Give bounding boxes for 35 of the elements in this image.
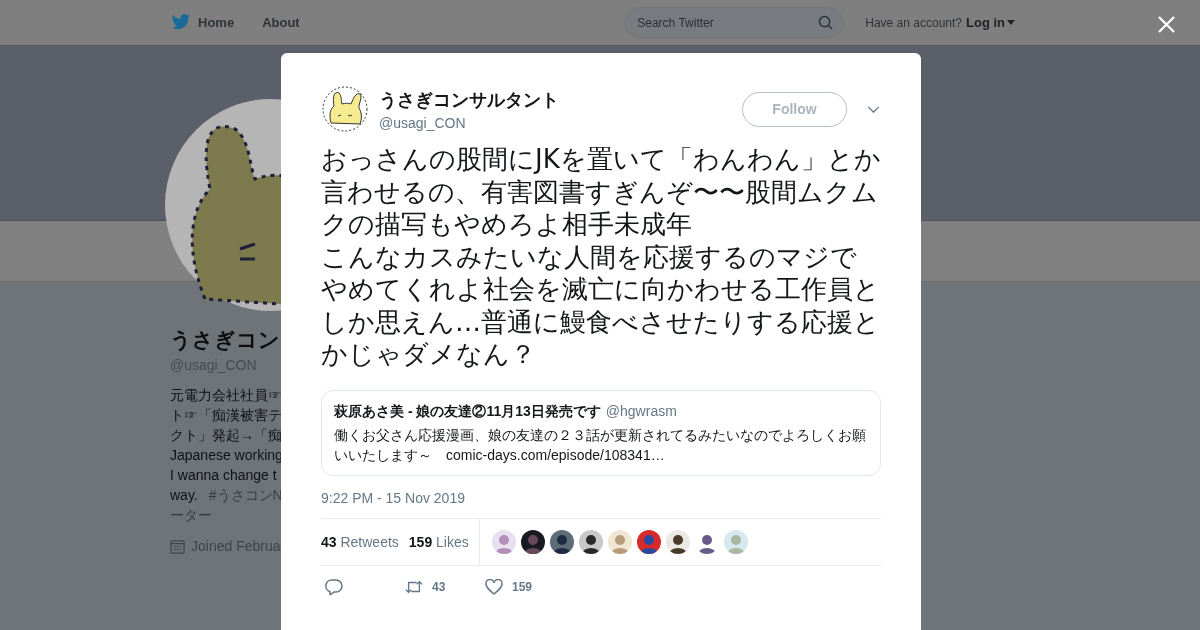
timestamp[interactable]: 9:22 PM - 15 Nov 2019 [321,489,881,506]
chevron-down-icon[interactable] [867,105,880,113]
stat-count[interactable]: 43 Retweets [321,533,399,550]
stat-count[interactable]: 159 Likes [408,533,469,550]
quoted-user-handle: @hgwrasm [605,402,677,419]
avatar-drawing [321,85,369,133]
speech-bubble-icon[interactable] [325,578,343,595]
heart-icon[interactable] [485,578,503,595]
bio-line: way. [170,486,198,505]
calendar-icon [170,538,185,554]
action-count: 43 [432,579,446,594]
user-handle[interactable]: @usagi_CON [379,114,742,131]
link[interactable]: comic-days.com/episode/108341… [446,446,665,463]
bird-icon [171,14,191,31]
quoted-tweet-text: 働くお父さん応援漫画、娘の友達の２３話が更新されてるみたいなのでよろしくお願いいたします～ comic-days.com/episode/108341… [334,425,867,465]
bio-line: 元電力会社社員☞ [170,386,281,405]
login-link[interactable]: Log in [966,15,1005,30]
action-count: 159 [512,579,533,594]
user-name[interactable]: うさぎコンサルタント [379,87,742,112]
caret-icon [1007,20,1015,25]
bio-line: クト」発起→「痴 [170,426,281,445]
bio-line: ト☞「痴漢被害テ [170,406,281,425]
nav-link[interactable]: About [262,15,300,30]
tweet-text: おっさんの股間にJKを置いて「わんわん」とか言わせるの、有害図書すぎんぞ〜〜股間ムクムクの描写もやめろよ相手未成年 [321,143,881,241]
tweet-text: こんなカスみたいな人間を応援するのマジでやめてくれよ社会を滅亡に向かわせる工作員としか思えん…普通に鰻食べさせたりする応援とかじゃダメなん？ [321,240,881,371]
quoted-user-name: 萩原あさ美 - 娘の友達②11月13日発売です [334,402,601,421]
retweet-icon[interactable] [405,578,423,595]
search-icon [818,15,834,30]
profile-name: うさぎコン [170,327,281,354]
close-icon[interactable] [1158,16,1175,33]
nav-link[interactable]: Home [198,15,235,30]
bio-line: I wanna change t [170,466,278,485]
search-field[interactable]: Search Twitter [624,7,845,38]
quoted-tweet[interactable]: 萩原あさ美 - 娘の友達②11月13日発売です @hgwrasm 働くお父さん応援漫画、娘の友達の２３話が更新されてるみたいなのでよろしくお願いいたします～ comic-days.com/episode/108341… [321,389,881,476]
account-prompt: Have an account? [865,15,962,30]
